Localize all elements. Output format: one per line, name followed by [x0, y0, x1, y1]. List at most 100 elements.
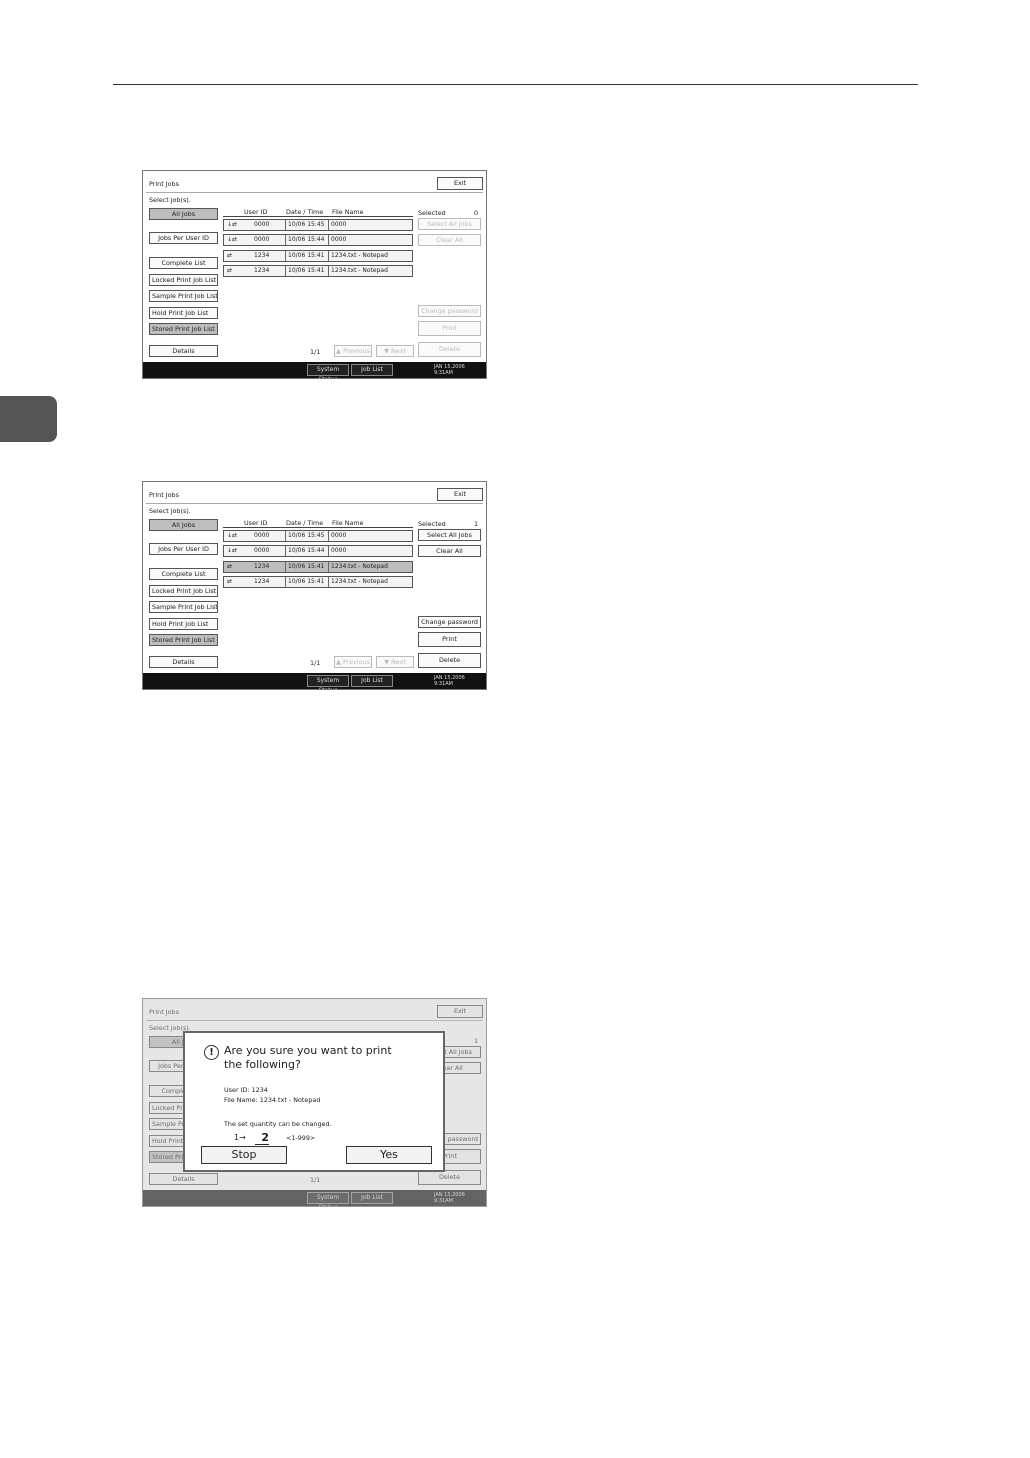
file-cell: 1234.txt - Notepad: [328, 562, 388, 572]
user-id-cell: 1234: [254, 267, 270, 274]
job-row[interactable]: ⇄ 1234 10/06 15:41 1234.txt - Notepad: [223, 250, 413, 262]
date-cell: 10/06 15:41: [285, 251, 325, 261]
previous-button[interactable]: ▲ Previous: [334, 345, 372, 357]
file-cell: 0000: [328, 220, 346, 230]
stored-print-job-list-button[interactable]: Stored Print Job List: [149, 323, 218, 335]
selected-count: 0: [474, 209, 479, 217]
system-status-button[interactable]: System Status: [307, 675, 349, 689]
file-cell: 0000: [328, 531, 346, 541]
change-password-button[interactable]: Change password: [418, 616, 481, 628]
job-row[interactable]: ↓⇄ 0000 10/06 15:44 0000: [223, 545, 413, 557]
sample-print-job-list-button[interactable]: Sample Print Job List: [149, 290, 218, 302]
exit-button[interactable]: Exit: [437, 488, 483, 501]
screen-title: Print Jobs: [149, 180, 179, 188]
file-cell: 1234.txt - Notepad: [328, 577, 388, 587]
clock: JAN 15,2006 9:31AM: [434, 675, 465, 687]
job-row[interactable]: ↓⇄ 0000 10/06 15:45 0000: [223, 219, 413, 231]
sample-print-job-list-button[interactable]: Sample Print Job List: [149, 601, 218, 613]
change-password-button[interactable]: Change password: [418, 305, 481, 317]
quantity-field[interactable]: 2: [255, 1131, 269, 1145]
column-file-name: File Name: [332, 208, 364, 216]
divider: [146, 192, 483, 193]
job-row-selected[interactable]: ⇄ 1234 10/06 15:41 1234.txt - Notepad: [223, 561, 413, 573]
print-button[interactable]: Print: [418, 321, 481, 336]
selected-label: Selected: [418, 520, 446, 528]
job-type-icon: ↓⇄: [227, 532, 238, 539]
job-list-button[interactable]: Job List: [351, 675, 393, 687]
job-type-icon: ⇄: [227, 563, 233, 570]
page-indicator: 1/1: [310, 659, 321, 667]
yes-button[interactable]: Yes: [346, 1146, 432, 1164]
stop-button[interactable]: Stop: [201, 1146, 287, 1164]
divider: [223, 216, 413, 217]
date-cell: 10/06 15:45: [285, 220, 325, 230]
job-row[interactable]: ↓⇄ 0000 10/06 15:44 0000: [223, 234, 413, 246]
quantity-range: <1-999>: [286, 1134, 316, 1142]
exit-button[interactable]: Exit: [437, 177, 483, 190]
job-type-icon: ↓⇄: [227, 547, 238, 554]
user-id-cell: 0000: [254, 236, 270, 243]
column-date-time: Date / Time: [286, 208, 324, 216]
file-cell: 0000: [328, 546, 346, 556]
screen-title: Print Jobs: [149, 491, 179, 499]
file-cell: 1234.txt - Notepad: [328, 266, 388, 276]
quantity-prefix: 1→: [234, 1133, 246, 1142]
job-type-icon: ↓⇄: [227, 221, 238, 228]
select-prompt: Select job(s).: [149, 196, 191, 204]
screenshot-2: Print Jobs Exit Select job(s). All Jobs …: [142, 481, 487, 690]
dialog-file-name: File Name: 1234.txt - Notepad: [224, 1096, 321, 1104]
jobs-per-user-button[interactable]: Jobs Per User ID: [149, 232, 218, 244]
system-status-button[interactable]: System Status: [307, 364, 349, 378]
hold-print-job-list-button[interactable]: Hold Print Job List: [149, 618, 218, 630]
previous-button[interactable]: ▲ Previous: [334, 656, 372, 668]
column-user-id: User ID: [244, 208, 268, 216]
file-cell: 1234.txt - Notepad: [328, 251, 388, 261]
job-row[interactable]: ↓⇄ 0000 10/06 15:45 0000: [223, 530, 413, 542]
select-prompt: Select job(s).: [149, 507, 191, 515]
delete-button[interactable]: Delete: [418, 342, 481, 357]
jobs-per-user-button[interactable]: Jobs Per User ID: [149, 543, 218, 555]
user-id-cell: 1234: [254, 252, 270, 259]
screenshot-1: Print Jobs Exit Select job(s). All Jobs …: [142, 170, 487, 379]
all-jobs-button[interactable]: All Jobs: [149, 208, 218, 220]
confirm-print-dialog: ! Are you sure you want to print the fol…: [183, 1031, 445, 1172]
locked-print-job-list-button[interactable]: Locked Print Job List: [149, 274, 218, 286]
locked-print-job-list-button[interactable]: Locked Print Job List: [149, 585, 218, 597]
job-type-icon: ⇄: [227, 267, 233, 274]
column-file-name: File Name: [332, 519, 364, 527]
delete-button[interactable]: Delete: [418, 653, 481, 668]
user-id-cell: 0000: [254, 532, 270, 539]
next-button[interactable]: ▼ Next: [376, 345, 414, 357]
dialog-user-id: User ID: 1234: [224, 1086, 268, 1094]
all-jobs-button[interactable]: All Jobs: [149, 519, 218, 531]
complete-list-button[interactable]: Complete List: [149, 257, 218, 269]
details-button[interactable]: Details: [149, 656, 218, 668]
select-all-jobs-button[interactable]: Select All Jobs: [418, 218, 481, 230]
next-button[interactable]: ▼ Next: [376, 656, 414, 668]
user-id-cell: 0000: [254, 547, 270, 554]
chapter-tab: [0, 396, 57, 442]
divider: [223, 527, 413, 528]
select-all-jobs-button[interactable]: Select All Jobs: [418, 529, 481, 541]
user-id-cell: 1234: [254, 563, 270, 570]
complete-list-button[interactable]: Complete List: [149, 568, 218, 580]
print-button[interactable]: Print: [418, 632, 481, 647]
question-icon: !: [204, 1045, 219, 1060]
user-id-cell: 1234: [254, 578, 270, 585]
clock: JAN 15,2006 9:31AM: [434, 364, 465, 376]
job-list-button[interactable]: Job List: [351, 364, 393, 376]
clear-all-button[interactable]: Clear All: [418, 545, 481, 557]
hold-print-job-list-button[interactable]: Hold Print Job List: [149, 307, 218, 319]
details-button[interactable]: Details: [149, 345, 218, 357]
file-cell: 0000: [328, 235, 346, 245]
page-indicator: 1/1: [310, 348, 321, 356]
job-row[interactable]: ⇄ 1234 10/06 15:41 1234.txt - Notepad: [223, 576, 413, 588]
clear-all-button[interactable]: Clear All: [418, 234, 481, 246]
date-cell: 10/06 15:44: [285, 235, 325, 245]
column-date-time: Date / Time: [286, 519, 324, 527]
date-cell: 10/06 15:41: [285, 562, 325, 572]
job-row[interactable]: ⇄ 1234 10/06 15:41 1234.txt - Notepad: [223, 265, 413, 277]
dialog-note: The set quantity can be changed.: [224, 1120, 332, 1128]
date-cell: 10/06 15:41: [285, 266, 325, 276]
stored-print-job-list-button[interactable]: Stored Print Job List: [149, 634, 218, 646]
